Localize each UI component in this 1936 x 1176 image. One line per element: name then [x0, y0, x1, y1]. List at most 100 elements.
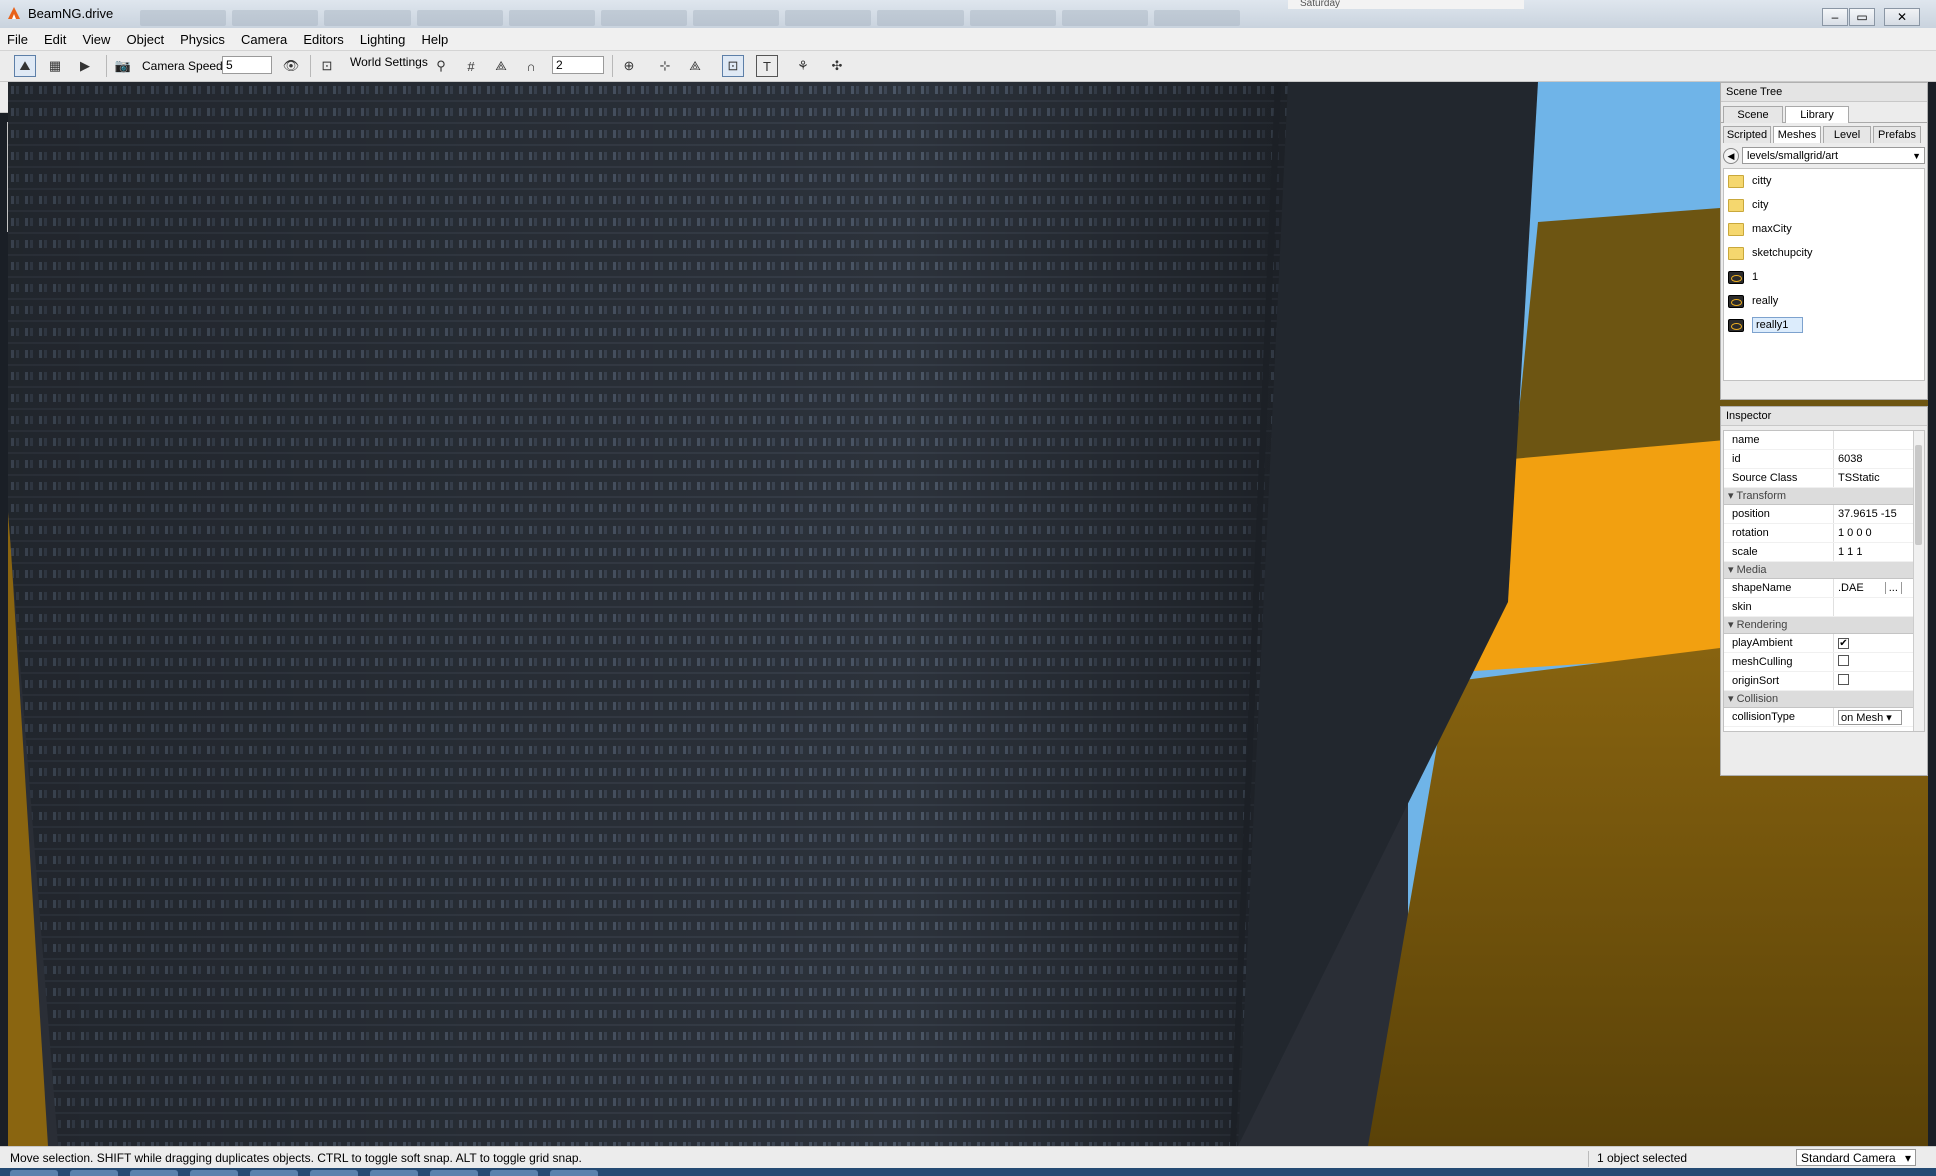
library-list: citty city maxCity sketchupcity 1 really… — [1723, 168, 1925, 381]
path-row: ◀ levels/smallgrid/art ▼ — [1723, 147, 1925, 164]
prop-mesh-culling: meshCulling — [1724, 653, 1924, 672]
menu-editors[interactable]: Editors — [296, 28, 349, 47]
camera-speed-input[interactable]: 5 — [222, 56, 272, 74]
back-arrow-icon[interactable]: ◀ — [1723, 147, 1739, 164]
subtab-level[interactable]: Level — [1823, 126, 1871, 143]
mesh-icon — [1728, 294, 1744, 308]
folder-icon — [1728, 222, 1744, 236]
folder-icon — [1728, 246, 1744, 260]
menu-view[interactable]: View — [75, 28, 116, 47]
object-icon[interactable]: ⚘ — [792, 55, 814, 77]
os-taskbar — [0, 1168, 1936, 1176]
menu-camera[interactable]: Camera — [234, 28, 293, 47]
3d-viewport[interactable] — [8, 82, 1928, 1146]
menu-edit[interactable]: Edit — [37, 28, 72, 47]
menu-lighting[interactable]: Lighting — [353, 28, 412, 47]
prop-origin-sort: originSort — [1724, 672, 1924, 691]
list-item[interactable]: citty — [1724, 169, 1924, 193]
background-taskbar-tabs — [140, 10, 1241, 26]
title-bar: BeamNG.drive Saturday – ▭ ✕ — [0, 0, 1936, 28]
list-item-selected[interactable]: really1 — [1724, 313, 1924, 337]
snap-icon[interactable]: ⚲ — [430, 55, 452, 77]
menu-object[interactable]: Object — [120, 28, 171, 47]
prop-rotation[interactable]: rotation 1 0 0 0 — [1724, 524, 1924, 543]
prefab-icon[interactable]: ✣ — [826, 55, 848, 77]
section-collision[interactable]: ▾ Collision — [1724, 691, 1924, 708]
list-item[interactable]: really — [1724, 289, 1924, 313]
window-title: BeamNG.drive — [28, 6, 114, 21]
mesh-culling-checkbox[interactable] — [1838, 655, 1849, 666]
path-value: levels/smallgrid/art — [1747, 150, 1839, 162]
minimize-button[interactable]: – — [1822, 8, 1848, 26]
beamng-logo-icon — [8, 7, 20, 19]
bounds-icon[interactable]: ⟁ — [684, 55, 706, 77]
library-subtabs: Scripted Meshes Level Prefabs — [1721, 122, 1927, 143]
menu-file[interactable]: File — [0, 28, 34, 47]
play-ambient-checkbox[interactable]: ✔ — [1838, 638, 1849, 649]
camera-icon[interactable]: 📷 — [112, 55, 134, 77]
list-item[interactable]: 1 — [1724, 265, 1924, 289]
inspector-title: Inspector — [1721, 407, 1927, 426]
select-bounds-icon[interactable]: ⊡ — [722, 55, 744, 77]
chevron-down-icon: ▾ — [1904, 1151, 1911, 1165]
text-icon[interactable]: T — [756, 55, 778, 77]
menu-help[interactable]: Help — [414, 28, 454, 47]
tab-library[interactable]: Library — [1785, 106, 1849, 123]
prop-id: id 6038 — [1724, 450, 1924, 469]
scene-tree-panel: Scene Tree Scene Library Scripted Meshes… — [1720, 82, 1928, 400]
status-message: Move selection. SHIFT while dragging dup… — [10, 1151, 582, 1165]
fit-view-icon[interactable]: ⊡ — [316, 55, 338, 77]
world-settings-label[interactable]: World Settings — [350, 55, 428, 69]
prop-play-ambient: playAmbient ✔ — [1724, 634, 1924, 653]
list-item[interactable]: sketchupcity — [1724, 241, 1924, 265]
origin-icon[interactable]: ⊹ — [654, 55, 676, 77]
world-editor-icon[interactable]: ⛰ — [14, 55, 36, 77]
play-icon[interactable]: ▶ — [74, 55, 96, 77]
origin-sort-checkbox[interactable] — [1838, 674, 1849, 685]
scene-tree-tabs: Scene Library — [1721, 102, 1927, 123]
maximize-button[interactable]: ▭ — [1849, 8, 1875, 26]
mesh-icon — [1728, 318, 1744, 332]
collision-type-select[interactable]: on Mesh ▾ — [1838, 709, 1902, 725]
path-select[interactable]: levels/smallgrid/art ▼ — [1742, 147, 1925, 164]
prop-position[interactable]: position 37.9615 -15 — [1724, 505, 1924, 524]
list-item[interactable]: maxCity — [1724, 217, 1924, 241]
grid-icon[interactable]: # — [460, 55, 482, 77]
status-bar: Move selection. SHIFT while dragging dup… — [0, 1146, 1936, 1169]
grid-size-input[interactable]: 2 — [552, 56, 604, 74]
prop-shape-name[interactable]: shapeName .DAE ... — [1724, 579, 1924, 598]
subtab-meshes[interactable]: Meshes — [1773, 126, 1821, 143]
scene-tree-title: Scene Tree — [1721, 83, 1927, 102]
terrain-snap-icon[interactable]: ⟁ — [490, 55, 512, 77]
menu-bar: File Edit View Object Physics Camera Edi… — [0, 28, 1936, 51]
mesh-icon — [1728, 270, 1744, 284]
selection-count: 1 object selected — [1588, 1151, 1797, 1167]
subtab-scripted[interactable]: Scripted — [1723, 126, 1771, 143]
camera-mode-select[interactable]: Standard Camera ▾ — [1796, 1149, 1916, 1166]
visibility-icon[interactable]: 👁 — [280, 55, 302, 77]
prop-name[interactable]: name — [1724, 431, 1924, 450]
folder-icon — [1728, 198, 1744, 212]
prop-scale[interactable]: scale 1 1 1 — [1724, 543, 1924, 562]
prop-collision-type: collisionType on Mesh ▾ — [1724, 708, 1924, 727]
tab-scene[interactable]: Scene — [1723, 106, 1783, 123]
prop-skin[interactable]: skin — [1724, 598, 1924, 617]
inspector-panel: Inspector name id 6038 Source Class TSStat… — [1720, 406, 1928, 776]
main-toolbar: ⛰ ▦ ▶ 📷 Camera Speed 5 👁 ⊡ World Setting… — [0, 51, 1936, 82]
section-media[interactable]: ▾ Media — [1724, 562, 1924, 579]
section-transform[interactable]: ▾ Transform — [1724, 488, 1924, 505]
gui-editor-icon[interactable]: ▦ — [44, 55, 66, 77]
subtab-prefabs[interactable]: Prefabs — [1873, 126, 1921, 143]
close-button[interactable]: ✕ — [1884, 8, 1920, 26]
section-rendering[interactable]: ▾ Rendering — [1724, 617, 1924, 634]
camera-speed-label: Camera Speed — [142, 59, 223, 73]
calendar-day: Saturday — [1288, 0, 1524, 9]
inspector-scrollbar[interactable] — [1913, 431, 1924, 731]
menu-physics[interactable]: Physics — [173, 28, 231, 47]
prop-source-class: Source Class TSStatic — [1724, 469, 1924, 488]
list-item[interactable]: city — [1724, 193, 1924, 217]
folder-icon — [1728, 174, 1744, 188]
browse-button[interactable]: ... — [1884, 582, 1902, 594]
magnet-icon[interactable]: ∩ — [520, 55, 542, 77]
rotate-object-icon[interactable]: ⊕ — [618, 55, 640, 77]
